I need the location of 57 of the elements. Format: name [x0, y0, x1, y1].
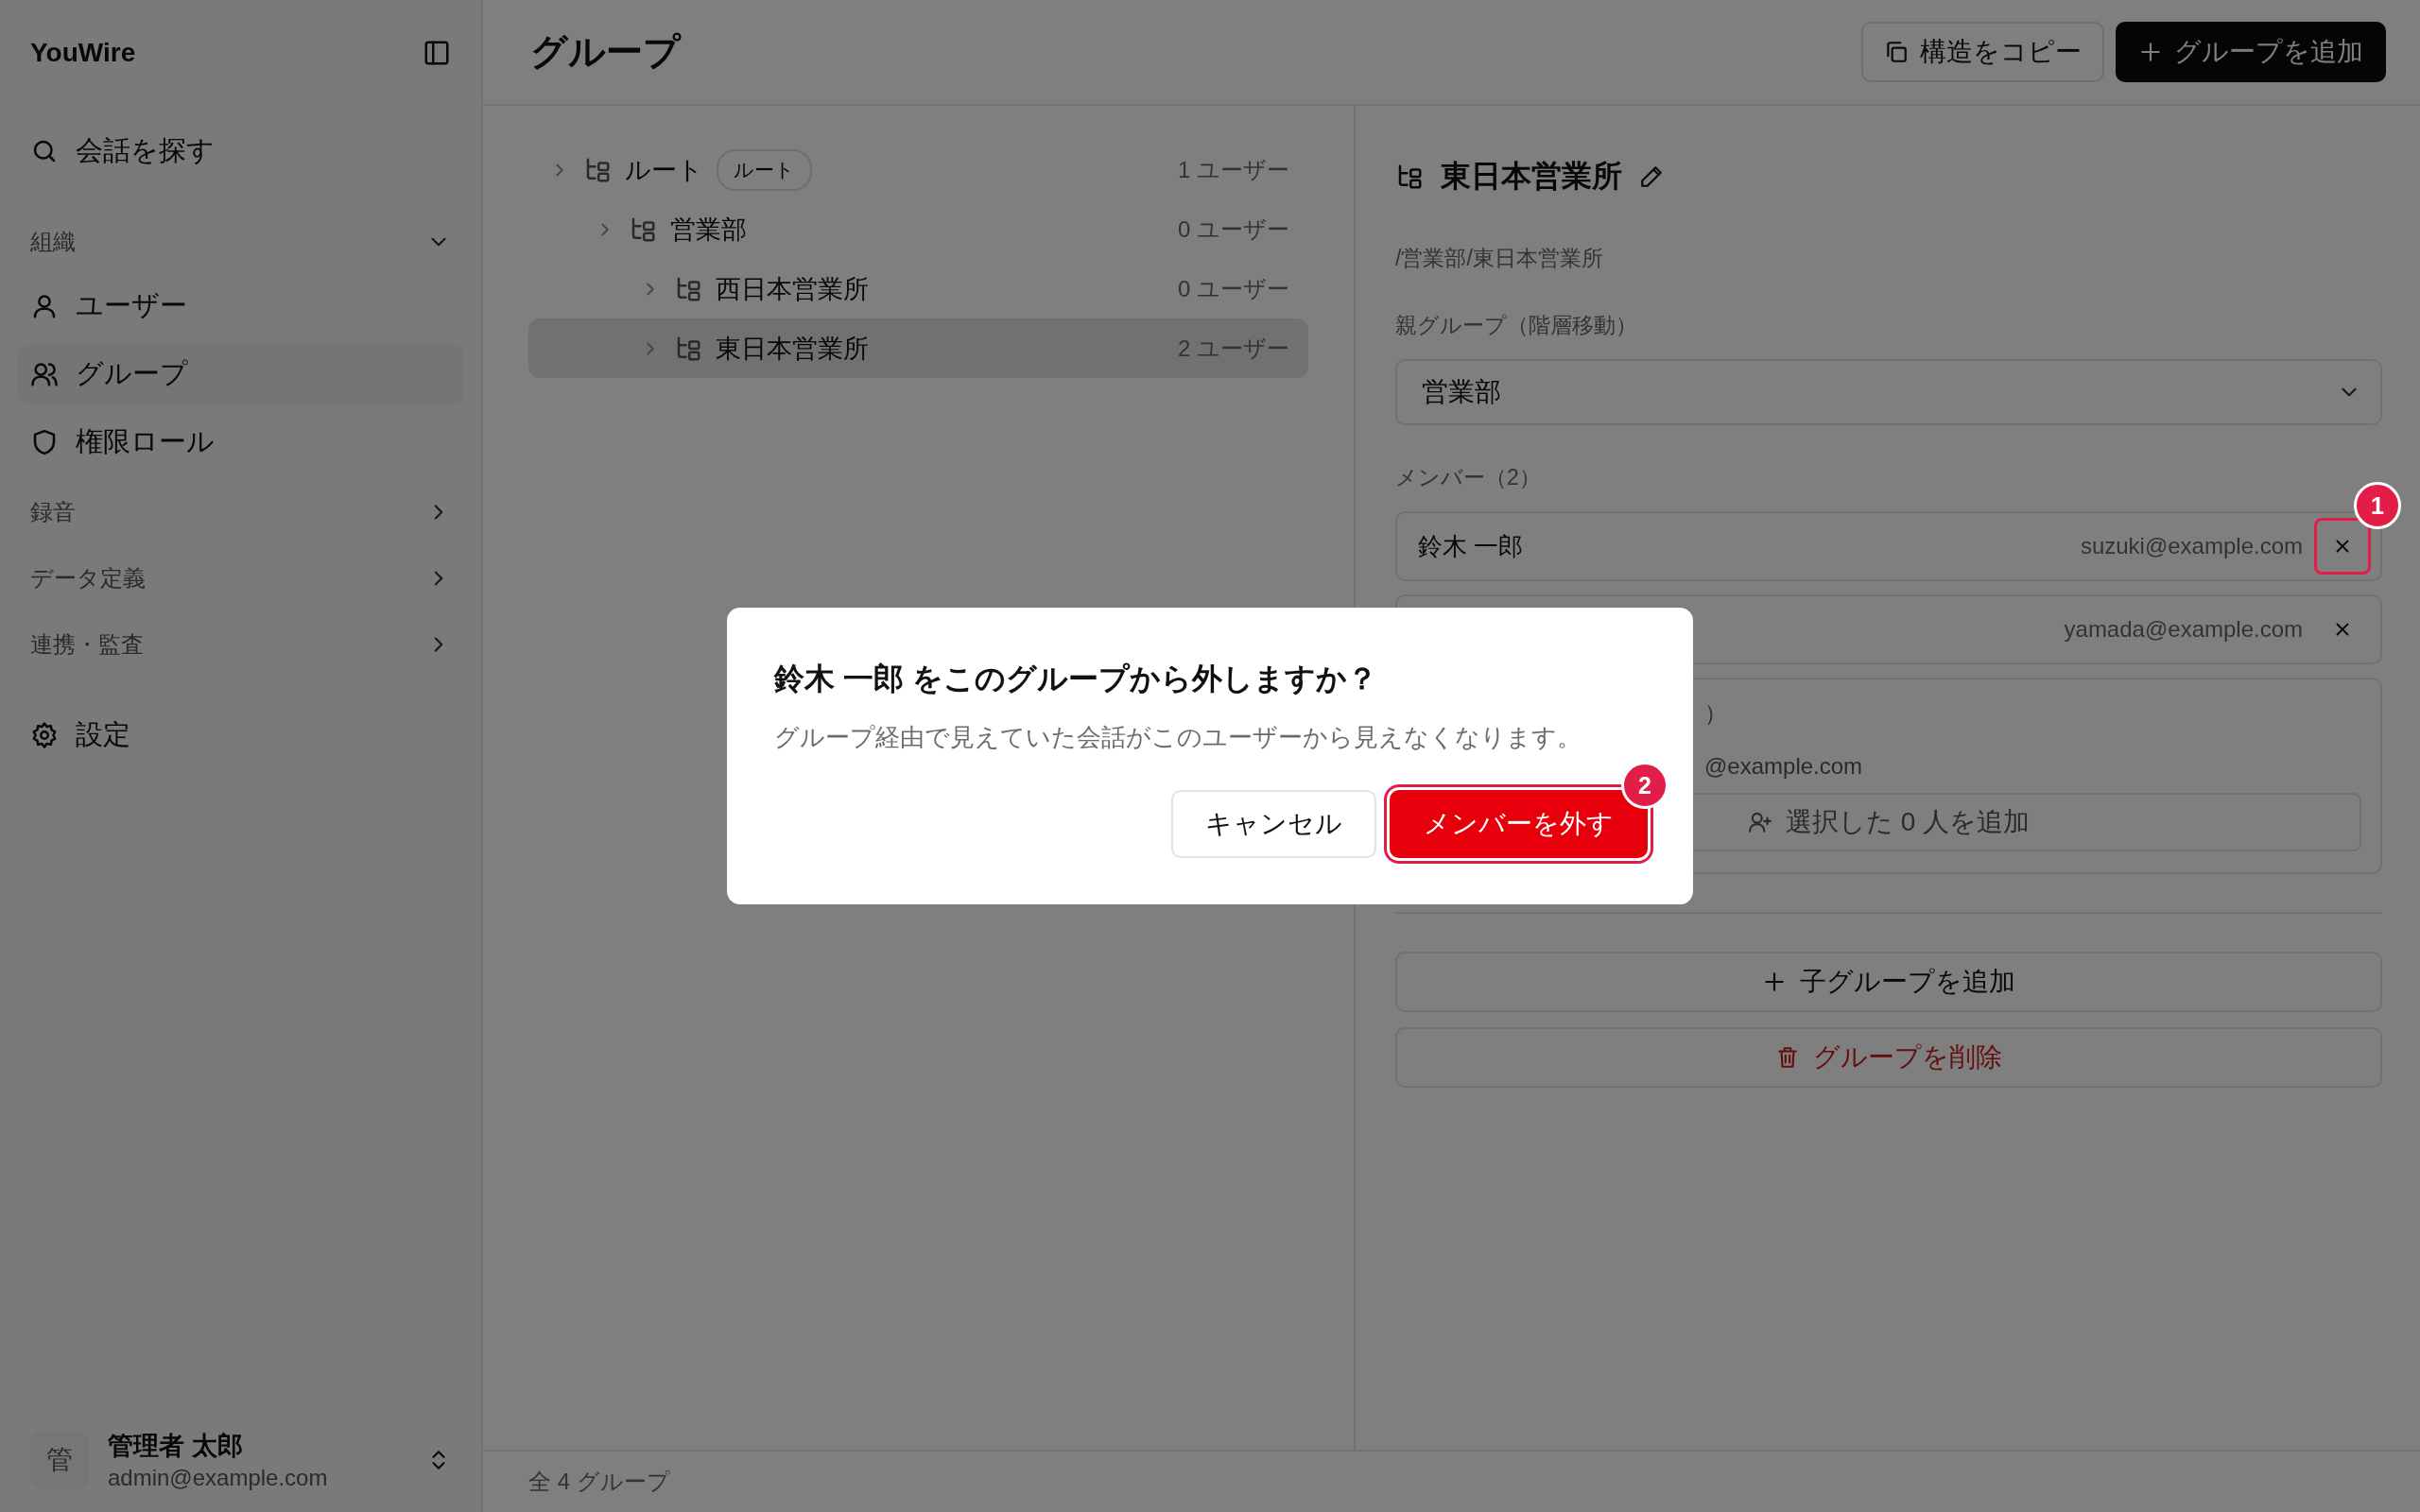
callout-badge: 1 — [2354, 482, 2401, 529]
user-count: 2 ユーザー — [1178, 334, 1289, 363]
user-count: 0 ユーザー — [1178, 215, 1289, 244]
section-header[interactable]: データ定義 — [17, 552, 464, 605]
dialog-title: 鈴木 一郎 をこのグループから外しますか？ — [774, 661, 1378, 697]
member-name: 鈴木 一郎 — [1418, 530, 1524, 562]
tree-row[interactable]: ルート ルート 1 ユーザー — [528, 140, 1308, 199]
group-path: /営業部/東日本営業所 — [1395, 245, 1604, 272]
account-switcher[interactable]: 管 管理者 太郎 admin@example.com — [17, 1429, 464, 1512]
field-label: メンバー（2） — [1395, 464, 1542, 491]
pencil-icon[interactable] — [1639, 164, 1664, 189]
trash-icon — [1775, 1045, 1800, 1070]
field-label: 親グループ（階層移動） — [1395, 312, 1638, 339]
nav-item[interactable]: 権限ロール — [17, 412, 464, 472]
copy-icon — [1884, 40, 1909, 64]
group-total: 全 4 グループ — [528, 1468, 670, 1496]
group-title: 東日本営業所 — [1441, 158, 1622, 195]
candidate-email: @example.com — [1703, 753, 1864, 780]
user-plus-icon — [1747, 810, 1772, 834]
group-name: 西日本営業所 — [716, 273, 869, 305]
account-email: admin@example.com — [108, 1465, 329, 1491]
logo: YouWire — [30, 38, 136, 68]
panel-label: ） — [1703, 699, 1728, 728]
account-name: 管理者 太郎 — [108, 1431, 244, 1462]
tree-row[interactable]: 東日本営業所 2 ユーザー — [528, 318, 1308, 378]
dialog-description: グループ経由で見えていた会話がこのユーザーから見えなくなります。 — [774, 722, 1582, 753]
section-header[interactable]: 組織 — [17, 215, 464, 268]
user-count: 1 ユーザー — [1178, 155, 1289, 184]
member-email: suzuki@example.com — [2080, 533, 2303, 559]
tree-row[interactable]: 営業部 0 ユーザー — [528, 199, 1308, 259]
sidebar-toggle-icon[interactable] — [423, 39, 451, 67]
parent-group-select[interactable]: 営業部 — [1395, 359, 2382, 425]
tree-row[interactable]: 西日本営業所 0 ユーザー — [528, 259, 1308, 318]
plus-icon — [2138, 40, 2163, 64]
nav-item[interactable]: グループ — [17, 344, 464, 404]
section-header[interactable]: 連携・監査 — [17, 618, 464, 671]
add-group-button[interactable]: グループを追加 — [2116, 22, 2386, 82]
member-email: yamada@example.com — [2064, 616, 2303, 643]
users-icon — [30, 360, 59, 388]
user-count: 0 ユーザー — [1178, 274, 1289, 303]
section-header[interactable]: 録音 — [17, 486, 464, 539]
cancel-button[interactable]: キャンセル — [1171, 790, 1376, 858]
group-name: 営業部 — [670, 214, 747, 246]
root-tag: ルート — [717, 148, 812, 191]
callout-badge: 2 — [1621, 762, 1668, 809]
page-title: グループ — [530, 30, 681, 74]
settings-icon — [30, 721, 59, 749]
search-nav-item[interactable]: 会話を探す — [17, 121, 464, 181]
add-child-group-button[interactable]: 子グループを追加 — [1395, 952, 2382, 1012]
avatar: 管 — [30, 1431, 89, 1489]
nav-item[interactable]: ユーザー — [17, 276, 464, 336]
plus-icon — [1762, 970, 1787, 994]
group-name: ルート — [625, 154, 703, 186]
settings-nav-item[interactable]: 設定 — [17, 705, 464, 765]
group-name: 東日本営業所 — [716, 333, 869, 365]
delete-group-button[interactable]: グループを削除 — [1395, 1027, 2382, 1088]
copy-button[interactable]: 構造をコピー — [1861, 22, 2104, 82]
